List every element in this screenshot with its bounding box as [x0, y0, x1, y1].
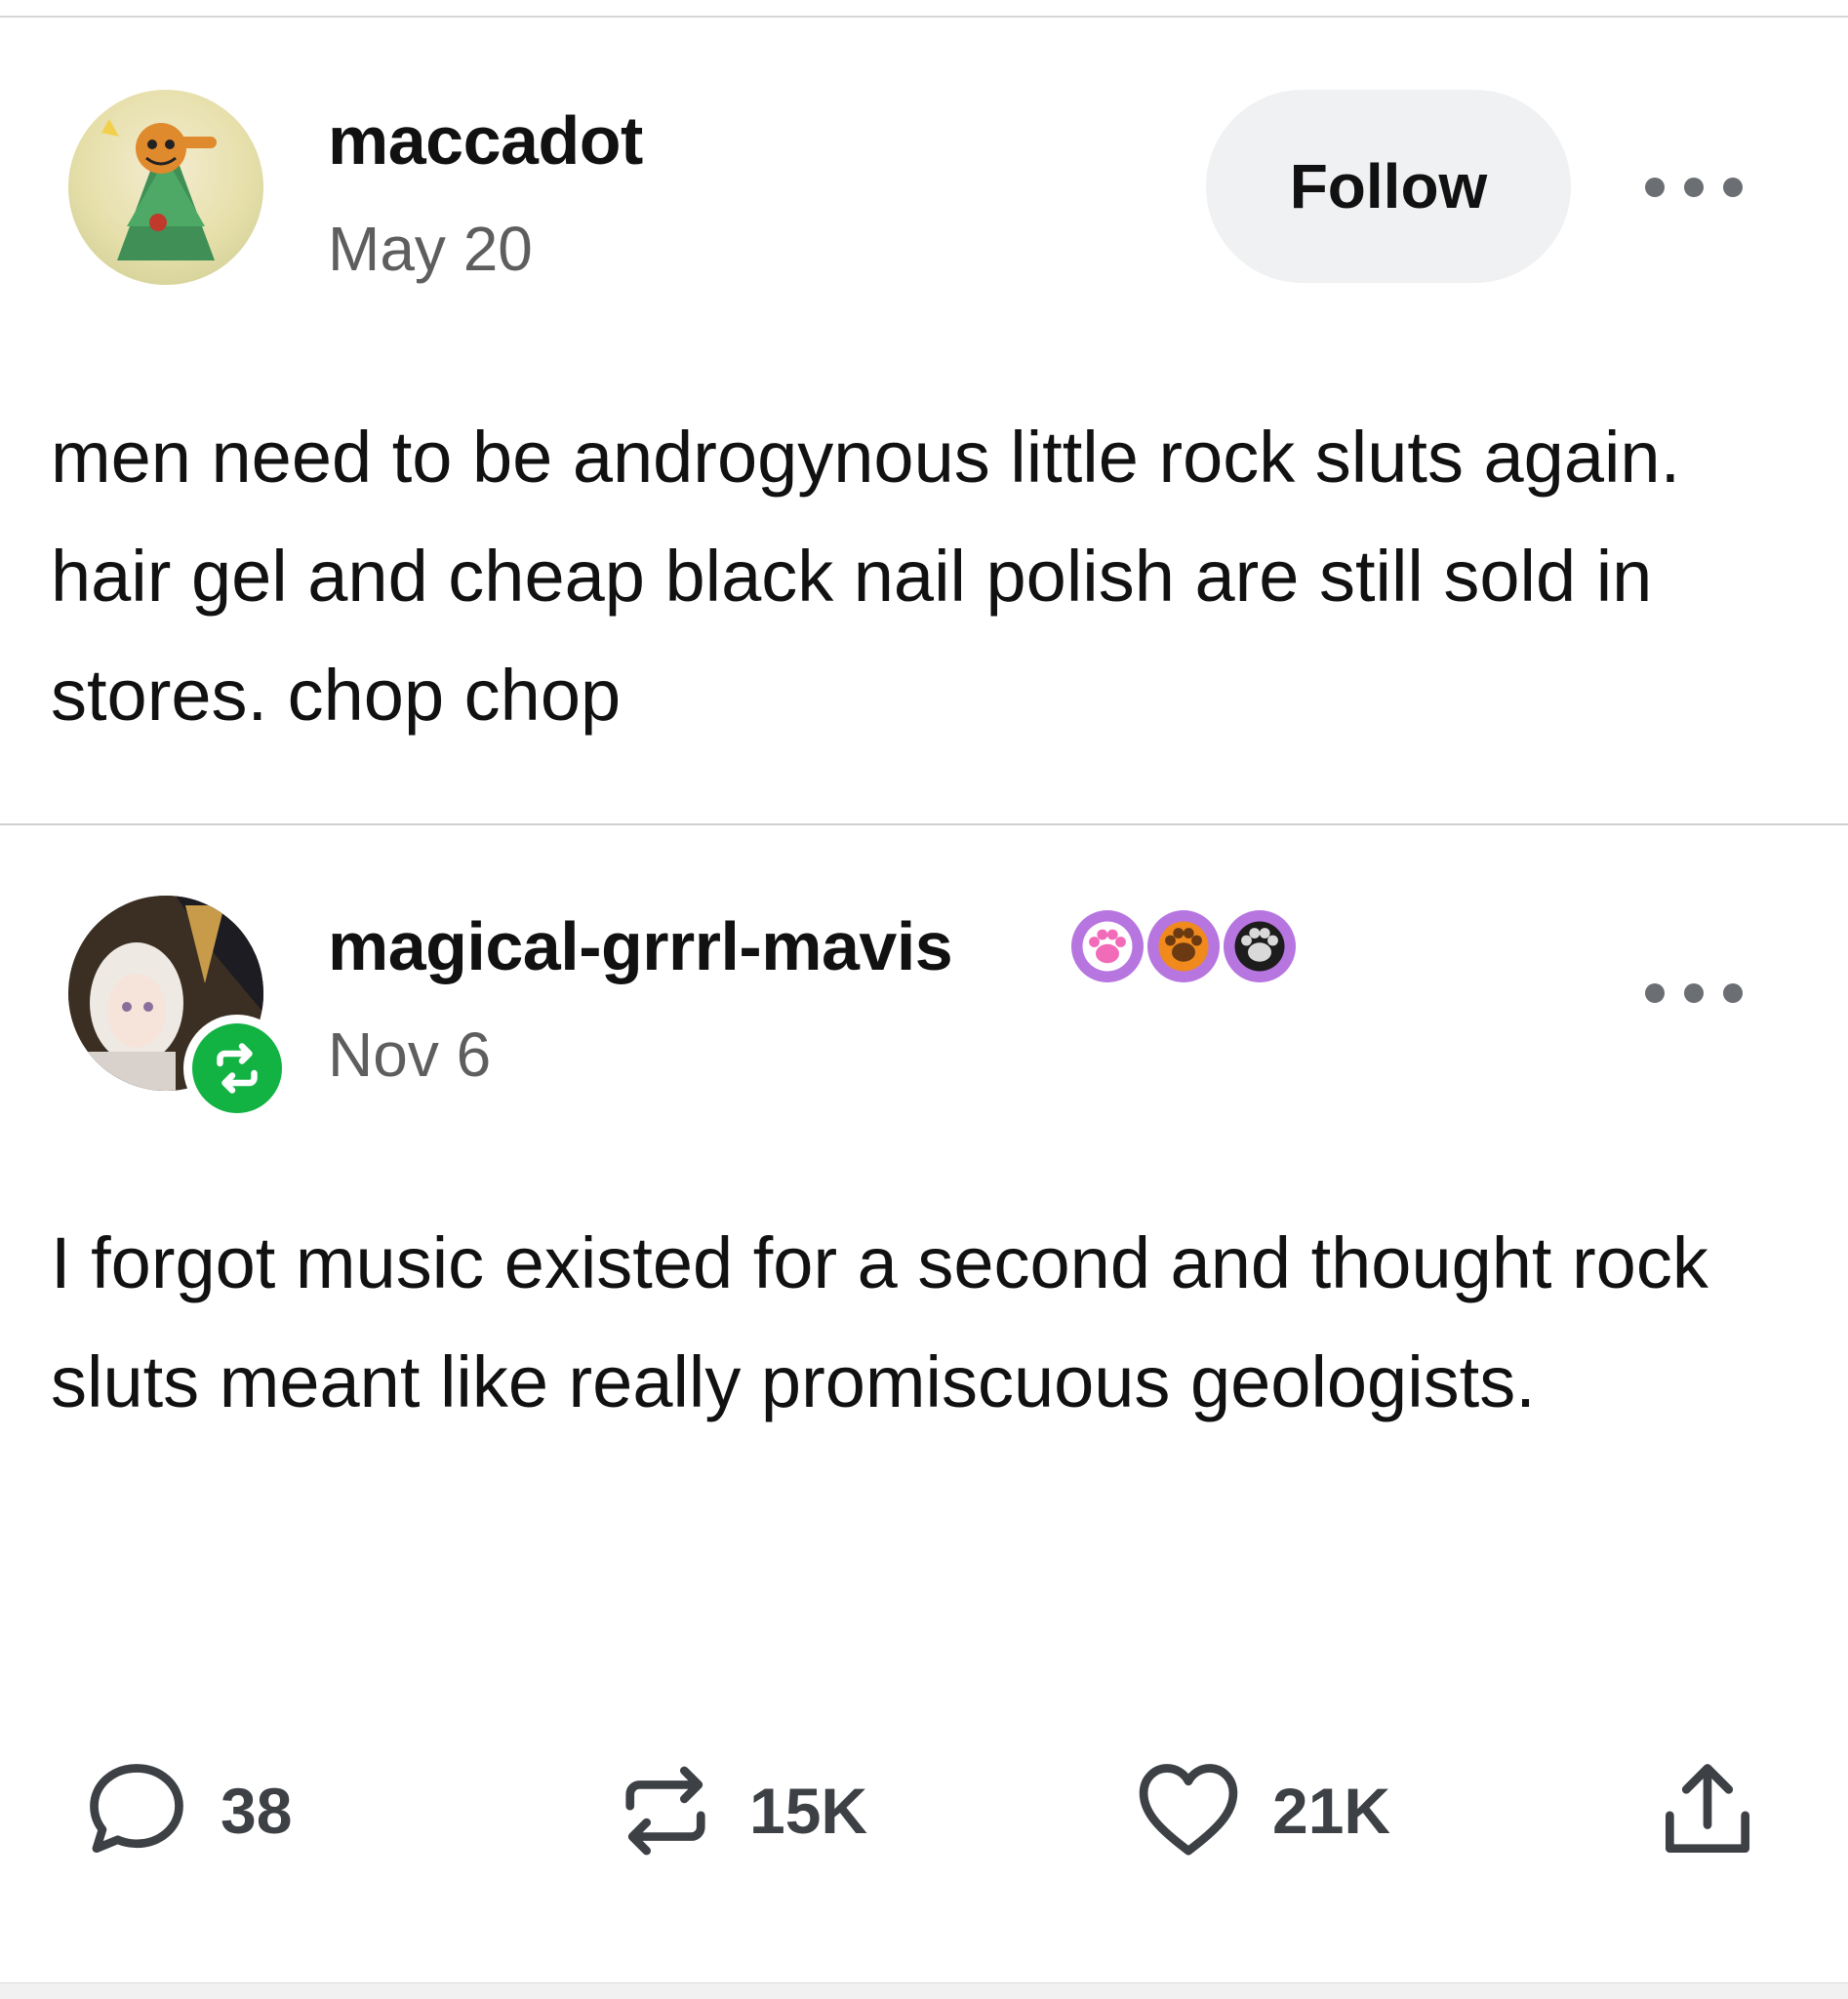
username[interactable]: magical-grrrl-mavis [328, 907, 953, 985]
post-divider [0, 823, 1848, 825]
top-rule [0, 16, 1848, 18]
more-dot-icon [1684, 983, 1704, 1003]
reblog-icon [217, 1043, 258, 1094]
reblog-button[interactable]: 15K [609, 1752, 867, 1869]
comment-bubble-icon [90, 1764, 183, 1854]
pink-paw-badge-icon [1071, 910, 1144, 982]
follow-button[interactable]: Follow [1206, 90, 1571, 283]
post-body: I forgot music existed for a second and … [51, 1222, 1708, 1422]
more-options-button[interactable] [1645, 974, 1743, 1013]
post-body: men need to be androgynous little rock s… [51, 417, 1681, 736]
more-dot-icon [1645, 178, 1665, 197]
more-dot-icon [1723, 983, 1743, 1003]
user-badges [1071, 909, 1296, 983]
heart-icon [1139, 1764, 1238, 1856]
likes-count: 21K [1272, 1775, 1391, 1847]
more-options-button[interactable] [1645, 168, 1743, 207]
more-dot-icon [1723, 178, 1743, 197]
more-dot-icon [1684, 178, 1704, 197]
garfield-christmas-tree-avatar-icon [101, 119, 217, 260]
black-paw-badge-icon [1224, 910, 1296, 982]
orange-paw-badge-icon [1147, 910, 1220, 982]
comments-count: 38 [221, 1775, 293, 1847]
reblogs-count: 15K [749, 1775, 868, 1847]
share-upload-icon [1665, 1764, 1750, 1854]
more-dot-icon [1645, 983, 1665, 1003]
username[interactable]: maccadot [328, 101, 643, 180]
card-bottom-edge [0, 1982, 1848, 1999]
avatar[interactable] [68, 90, 263, 285]
comments-button[interactable]: 38 [80, 1752, 292, 1869]
share-button[interactable] [1651, 1752, 1764, 1869]
post-date: Nov 6 [328, 1019, 492, 1090]
like-button[interactable]: 21K [1132, 1752, 1390, 1869]
reblog-icon [625, 1766, 705, 1856]
post-date: May 20 [328, 214, 533, 284]
reblog-badge [183, 1015, 291, 1122]
